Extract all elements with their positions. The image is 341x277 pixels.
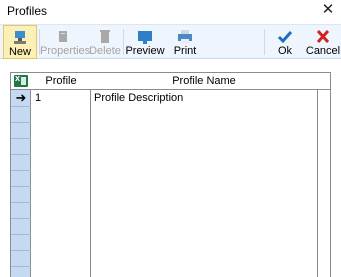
- new-label: New: [8, 46, 31, 58]
- row-header-separator: [11, 266, 31, 267]
- checkmark-icon: [276, 29, 294, 45]
- row-header-separator: [11, 170, 31, 171]
- column-header-profile-name[interactable]: Profile Name: [91, 73, 317, 89]
- print-label: Print: [173, 45, 197, 57]
- delete-button[interactable]: Delete: [88, 25, 122, 59]
- table-row-name-cell[interactable]: Profile Description: [94, 90, 314, 106]
- grid-column-line: [90, 73, 91, 277]
- row-header-separator: [11, 106, 31, 107]
- row-header-separator: [11, 154, 31, 155]
- row-header-separator: [11, 202, 31, 203]
- title-bar: Profiles ✕: [0, 0, 341, 22]
- delete-label: Delete: [89, 45, 121, 57]
- new-button[interactable]: New: [3, 25, 37, 59]
- column-header-profile[interactable]: Profile: [32, 73, 90, 89]
- cancel-x-icon: [314, 29, 332, 45]
- properties-label: Properties: [40, 45, 91, 57]
- trash-icon: [96, 29, 114, 45]
- cancel-button[interactable]: Cancel: [305, 25, 341, 59]
- toolbar-separator: [123, 29, 124, 55]
- cancel-label: Cancel: [305, 45, 341, 57]
- toolbar: New Properties Delete Preview Print Ok C…: [0, 24, 341, 59]
- grid-column-line: [317, 73, 318, 277]
- table-row-profile-cell[interactable]: 1: [35, 90, 89, 106]
- row-header-separator: [11, 138, 31, 139]
- row-header-separator: [11, 218, 31, 219]
- row-header-separator: [11, 122, 31, 123]
- row-header-separator: [11, 234, 31, 235]
- preview-label: Preview: [125, 45, 165, 57]
- preview-button[interactable]: Preview: [125, 25, 165, 59]
- row-header-separator: [11, 250, 31, 251]
- window-title: Profiles: [7, 4, 48, 18]
- current-row-arrow-icon: ➜: [15, 90, 27, 105]
- profiles-grid[interactable]: Profile Profile Name ➜ 1 Profile Descrip…: [10, 72, 331, 277]
- close-icon[interactable]: ✕: [321, 1, 335, 19]
- preview-icon: [136, 29, 154, 45]
- new-icon: [11, 30, 29, 46]
- excel-export-icon[interactable]: [14, 73, 28, 87]
- properties-button[interactable]: Properties: [40, 25, 91, 59]
- ok-label: Ok: [277, 45, 293, 57]
- ok-button[interactable]: Ok: [268, 25, 302, 59]
- row-header-separator: [11, 186, 31, 187]
- printer-icon: [176, 29, 194, 45]
- properties-icon: [54, 29, 72, 45]
- toolbar-separator: [264, 29, 265, 55]
- grid-header-row: Profile Profile Name: [11, 73, 330, 90]
- print-button[interactable]: Print: [168, 25, 202, 59]
